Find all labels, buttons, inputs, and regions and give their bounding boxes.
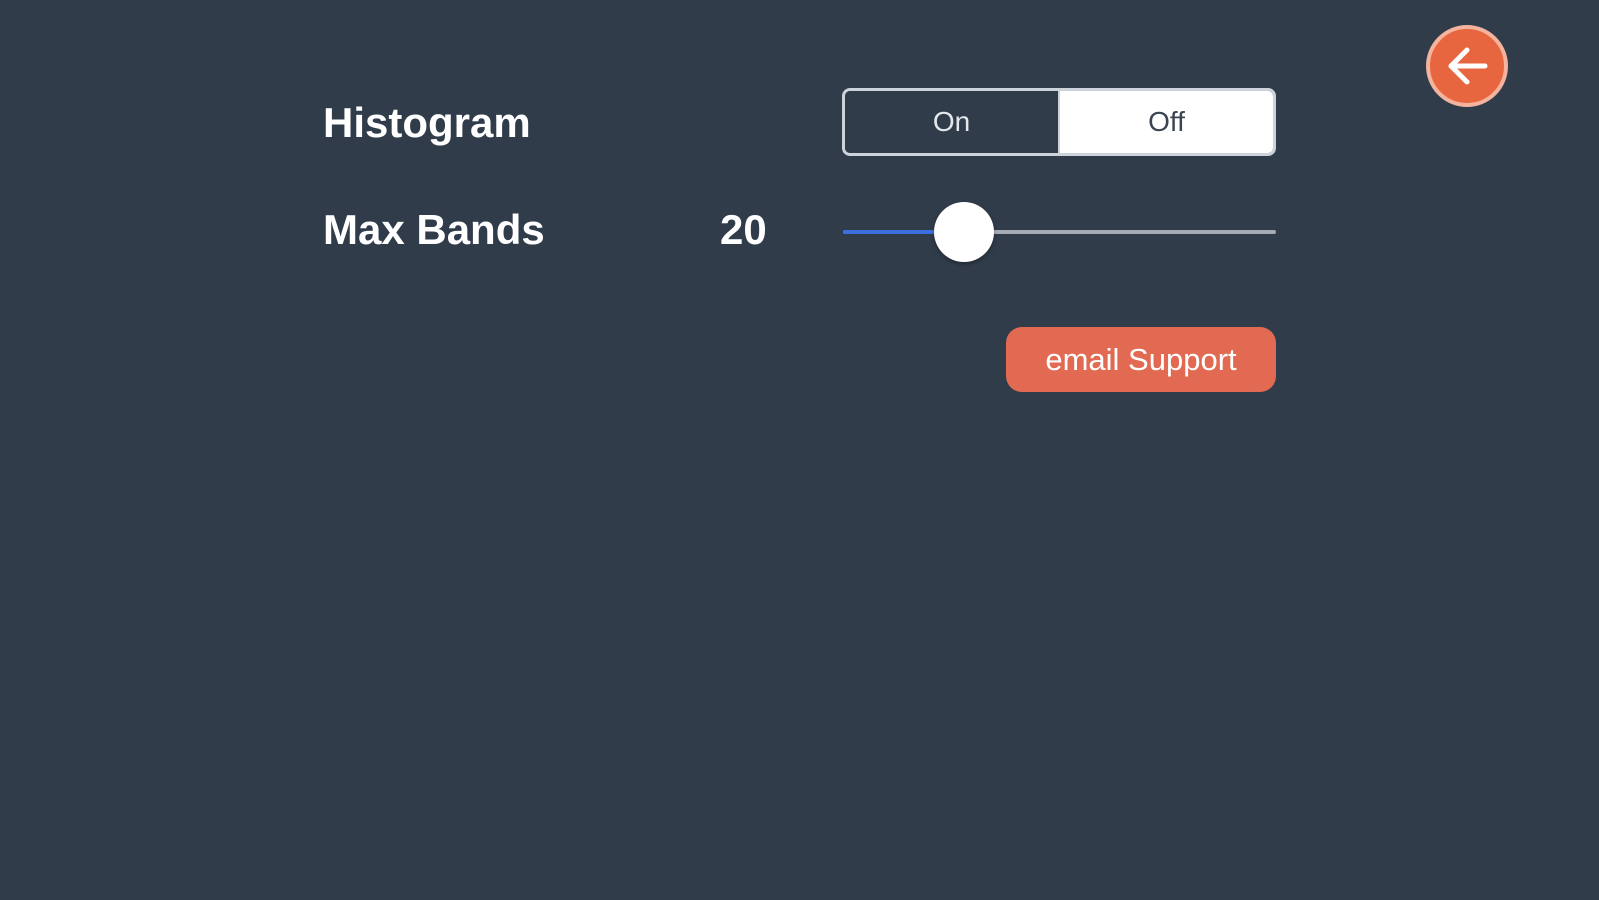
email-support-button[interactable]: email Support <box>1006 327 1276 392</box>
histogram-toggle: On Off <box>842 88 1276 156</box>
histogram-off-option[interactable]: Off <box>1060 91 1273 153</box>
max-bands-label: Max Bands <box>323 206 545 253</box>
histogram-on-option[interactable]: On <box>845 91 1060 153</box>
max-bands-value: 20 <box>720 206 767 253</box>
back-button[interactable] <box>1426 25 1508 107</box>
settings-screen: Histogram On Off Max Bands 20 email Supp… <box>0 0 1599 900</box>
histogram-label: Histogram <box>323 99 531 146</box>
slider-thumb[interactable] <box>934 202 995 262</box>
arrow-left-icon <box>1448 47 1488 85</box>
max-bands-slider[interactable] <box>843 200 1276 264</box>
